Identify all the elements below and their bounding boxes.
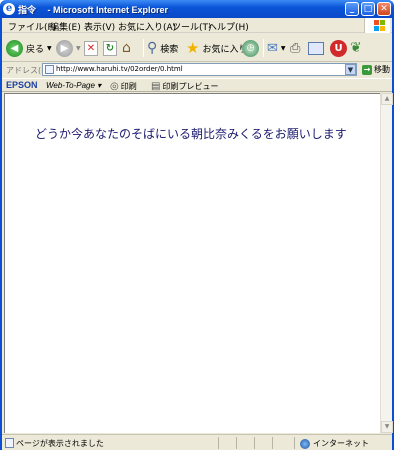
forward-button[interactable]: ▶ ▼ [56, 37, 81, 59]
epson-preview-button[interactable]: ▤ 印刷プレビュー [151, 81, 218, 92]
browser-window: e 指令 - Microsoft Internet Explorer _ □ ✕… [0, 0, 394, 450]
status-bar: ページが表示されました インターネット [2, 434, 392, 450]
window-title: 指令 - Microsoft Internet Explorer [18, 5, 169, 15]
go-label: 移動 [374, 65, 390, 74]
stop-button[interactable]: ✕ [84, 37, 98, 59]
forward-arrow-icon: ▶ [56, 39, 73, 57]
epson-logo: EPSON [6, 80, 38, 90]
search-button[interactable]: ⚲ 検索 [147, 37, 178, 59]
stop-icon: ✕ [84, 40, 98, 56]
back-dropdown-icon[interactable]: ▼ [47, 45, 52, 52]
edit-page-icon [308, 41, 324, 55]
standard-toolbar: ◀ 戻る ▼ ▶ ▼ ✕ ↻ ⌂ ⚲ 検索 ★ お気に入り ◷ ✉ ▼ ⎙ U … [2, 34, 392, 62]
status-pane [272, 437, 273, 449]
security-zone: インターネット [300, 438, 369, 449]
status-text: ページが表示されました [16, 439, 104, 448]
people-icon: ❦ [350, 40, 362, 56]
ie-logo-icon: e [3, 3, 15, 15]
page-content: どうか今あなたのそばにいる朝比奈みくるをお願いします [4, 93, 380, 433]
address-url: http://www.haruhi.tv/02order/0.html [56, 65, 183, 73]
menu-help[interactable]: ヘルプ(H) [208, 20, 249, 33]
epson-print-button[interactable]: ◎ 印刷 [110, 81, 137, 92]
windows-logo-icon [364, 18, 390, 33]
people-button[interactable]: ❦ [350, 37, 362, 59]
address-dropdown-icon[interactable]: ▼ [345, 64, 356, 75]
printer-icon: ⎙ [290, 40, 301, 56]
messenger-button[interactable]: U [330, 37, 347, 59]
scroll-up-icon[interactable]: ▲ [381, 93, 393, 105]
home-icon: ⌂ [122, 40, 131, 56]
forward-dropdown-icon[interactable]: ▼ [76, 45, 81, 52]
page-message: どうか今あなたのそばにいる朝比奈みくるをお願いします [35, 127, 347, 141]
toolbar-separator [143, 39, 144, 57]
status-pane [236, 437, 237, 449]
search-label: 検索 [160, 44, 179, 55]
web-to-page-menu[interactable]: Web-To-Page ▾ [46, 81, 101, 90]
edit-button[interactable] [308, 37, 324, 59]
back-button[interactable]: ◀ 戻る ▼ [6, 37, 52, 59]
messenger-icon: U [330, 39, 347, 57]
epson-print-label: 印刷 [120, 82, 137, 91]
address-input[interactable]: http://www.haruhi.tv/02order/0.html [42, 63, 357, 76]
back-arrow-icon: ◀ [6, 39, 23, 57]
menu-edit[interactable]: 編集(E) [50, 20, 81, 33]
go-arrow-icon: → [362, 64, 372, 75]
favorites-star-icon: ★ [186, 39, 200, 57]
maximize-button[interactable]: □ [361, 2, 375, 16]
close-button[interactable]: ✕ [377, 2, 391, 16]
mail-dropdown-icon[interactable]: ▼ [281, 45, 286, 52]
back-label: 戻る [26, 44, 45, 55]
epson-preview-icon: ▤ [151, 81, 161, 92]
zone-label: インターネット [313, 439, 369, 448]
history-icon: ◷ [242, 39, 259, 57]
favorites-button[interactable]: ★ お気に入り [186, 37, 247, 59]
page-icon [45, 65, 54, 74]
status-pane [218, 437, 219, 449]
menu-view[interactable]: 表示(V) [84, 20, 115, 33]
favorites-label: お気に入り [202, 44, 248, 55]
address-bar: アドレス(D) http://www.haruhi.tv/02order/0.h… [2, 63, 392, 77]
title-bar[interactable]: e 指令 - Microsoft Internet Explorer _ □ ✕ [0, 0, 394, 18]
scroll-down-icon[interactable]: ▼ [381, 421, 393, 433]
epson-preview-label: 印刷プレビュー [162, 82, 219, 91]
globe-icon [300, 438, 310, 449]
mail-icon: ✉ [267, 40, 278, 56]
search-icon: ⚲ [147, 40, 158, 56]
toolbar-separator [263, 39, 264, 57]
minimize-button[interactable]: _ [345, 2, 359, 16]
menu-favorites[interactable]: お気に入り(A) [118, 20, 176, 33]
menu-bar: ファイル(F) 編集(E) 表示(V) お気に入り(A) ツール(T) ヘルプ(… [2, 18, 392, 33]
history-button[interactable]: ◷ [242, 37, 259, 59]
status-pane [294, 437, 295, 449]
menu-tools[interactable]: ツール(T) [172, 20, 212, 33]
print-button[interactable]: ⎙ [290, 37, 300, 59]
epson-toolbar: EPSON Web-To-Page ▾ ◎ 印刷 ▤ 印刷プレビュー [2, 78, 392, 92]
status-pane [254, 437, 255, 449]
go-button[interactable]: → 移動 [362, 64, 390, 75]
menu-file[interactable]: ファイル(F) [8, 20, 56, 33]
mail-button[interactable]: ✉ ▼ [267, 37, 286, 59]
browser-chrome: ファイル(F) 編集(E) 表示(V) お気に入り(A) ツール(T) ヘルプ(… [2, 18, 393, 450]
epson-print-icon: ◎ [110, 81, 119, 92]
status-page-icon [5, 438, 14, 448]
refresh-icon: ↻ [103, 40, 117, 56]
home-button[interactable]: ⌂ [122, 37, 131, 59]
refresh-button[interactable]: ↻ [103, 37, 117, 59]
vertical-scrollbar[interactable]: ▲ ▼ [380, 93, 393, 433]
